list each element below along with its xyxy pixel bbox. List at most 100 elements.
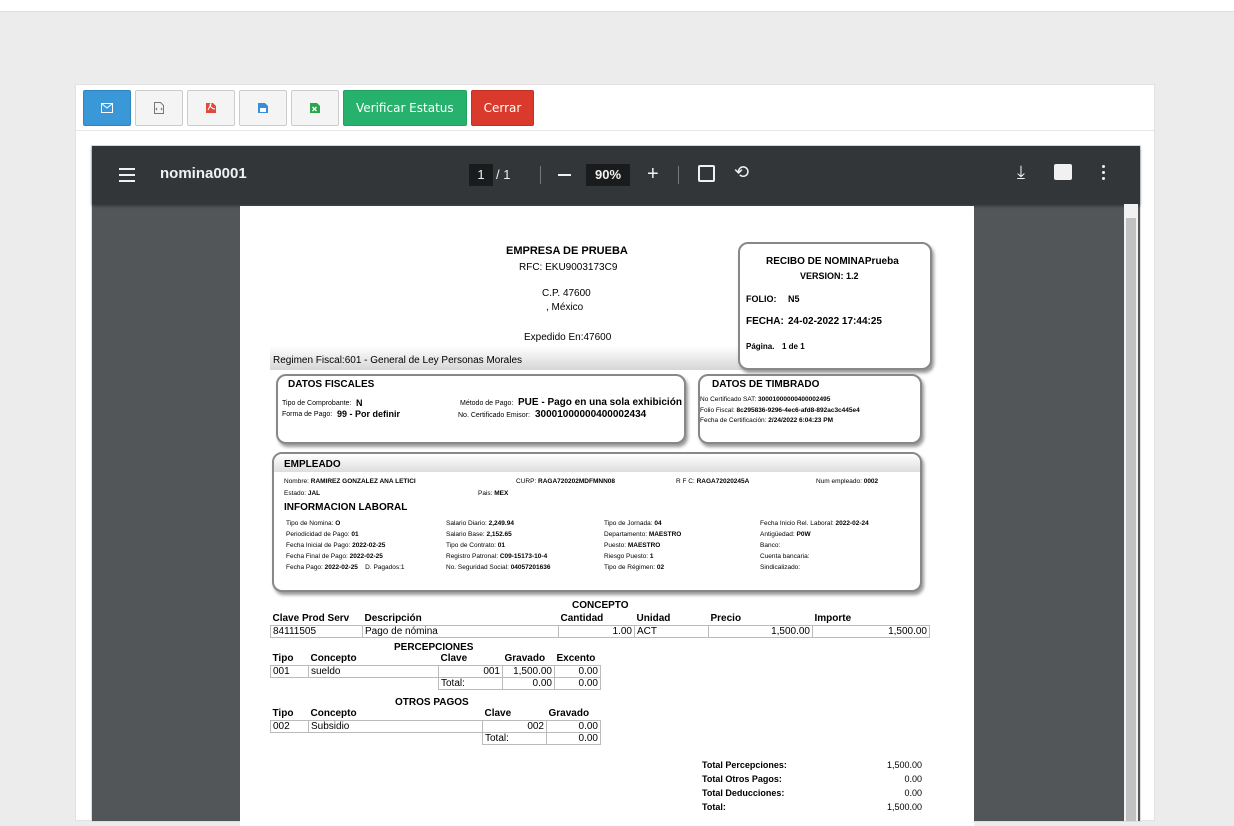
laboral-row: Registro Patronal: C09-15173-10-4 — [446, 551, 550, 562]
field-value: 2,152.65 — [486, 531, 512, 538]
estado: JAL — [307, 490, 321, 497]
total-value: 0.00 — [546, 731, 601, 745]
laboral-row: Riesgo Puesto: 1 — [604, 551, 681, 562]
field-label: Fecha Pago: — [286, 564, 323, 571]
dias-pagados: D. Pagados:1 — [365, 564, 405, 571]
field-label: No. Seguridad Social: — [446, 564, 509, 571]
pdf-page: EMPRESA DE PRUEBA RFC: EKU9003173C9 C.P.… — [240, 206, 974, 826]
page-number-input[interactable]: 1 — [469, 164, 493, 186]
field-label: Riesgo Puesto: — [604, 553, 649, 560]
envelope-icon — [101, 103, 113, 113]
total-line: Total Deducciones: 0.00 — [702, 786, 922, 800]
toolbar-divider — [76, 130, 1156, 131]
field-label: Puesto: — [604, 542, 627, 549]
word-button[interactable] — [239, 90, 287, 126]
email-button[interactable] — [83, 90, 131, 126]
laboral-row: Fecha Inicio Rel. Laboral: 2022-02-24 — [760, 518, 869, 529]
metodo-pago-label: Método de Pago: — [460, 400, 514, 407]
laboral-row: No. Seguridad Social: 04057201636 — [446, 562, 550, 573]
laboral-title: INFORMACION LABORAL — [284, 502, 408, 513]
table-cell: 1.00 — [558, 624, 635, 638]
nombre-label: Nombre: — [284, 478, 309, 485]
concepto-table: Clave Prod Serv Descripción Cantidad Uni… — [270, 613, 930, 638]
zoom-out-icon[interactable] — [558, 174, 571, 176]
laboral-row: Periodicidad de Pago: 01 — [286, 529, 405, 540]
laboral-row: Tipo de Contrato: 01 — [446, 540, 550, 551]
laboral-col3: Tipo de Jornada: 04 Departamento: MAESTR… — [604, 518, 681, 573]
pais-label: Pais: — [478, 490, 493, 497]
table-cell — [309, 732, 483, 744]
zoom-level-input[interactable]: 90% — [586, 164, 630, 186]
totals-block: Total Percepciones: 1,500.00 Total Otros … — [702, 758, 922, 814]
field-label: Tipo de Nomina: — [286, 520, 334, 527]
folio-fiscal: 8c295836-9296-4ec6-afd8-892ac3c445e4 — [736, 407, 860, 414]
field-value: O — [335, 520, 341, 527]
field-label: Antigüedad: — [760, 531, 795, 538]
total-value: 0.00 — [904, 788, 922, 798]
curp: RAGA720202MDFMNN08 — [538, 478, 615, 485]
menu-icon[interactable] — [119, 168, 135, 182]
scrollbar-thumb[interactable] — [1126, 218, 1136, 821]
cert-emisor-label: No. Certificado Emisor: — [458, 412, 530, 419]
laboral-row: Fecha Pago: 2022-02-25 D. Pagados:1 — [286, 562, 405, 573]
fecha-cert: 2/24/2022 6:04:23 PM — [768, 417, 833, 424]
table-row: 002 Subsidio 002 0.00 — [270, 719, 601, 733]
column-header: Clave — [438, 653, 503, 665]
pagina-value: 1 de 1 — [782, 342, 805, 351]
laboral-col1: Tipo de Nomina: O Periodicidad de Pago: … — [286, 518, 405, 573]
column-header: Tipo — [270, 653, 309, 665]
table-header-row: Clave Prod Serv Descripción Cantidad Uni… — [270, 613, 930, 625]
column-header: Gravado — [546, 708, 601, 720]
rfc-line: R F C: RAGA72020245A — [676, 478, 749, 485]
timbrado-title: DATOS DE TIMBRADO — [712, 379, 820, 390]
curp-label: CURP: — [516, 478, 537, 485]
column-header: Descripción — [362, 613, 559, 625]
table-row: 001 sueldo 001 1,500.00 0.00 — [270, 664, 601, 678]
pdf-button[interactable] — [187, 90, 235, 126]
verify-status-button[interactable]: Verificar Estatus — [343, 90, 467, 126]
table-cell: 1,500.00 — [812, 624, 930, 638]
total-line: Total Percepciones: 1,500.00 — [702, 758, 922, 772]
laboral-row: Salario Diario: 2,249.94 — [446, 518, 550, 529]
percepciones-title: PERCEPCIONES — [394, 642, 474, 653]
field-value: 01 — [497, 542, 506, 549]
more-options-icon[interactable] — [1102, 165, 1106, 183]
column-header: Importe — [812, 613, 930, 625]
excel-button[interactable] — [291, 90, 339, 126]
column-header: Clave Prod Serv — [270, 613, 363, 625]
table-header-row: Tipo Concepto Clave Gravado — [270, 708, 601, 720]
company-rfc: RFC: EKU9003173C9 — [519, 262, 618, 273]
rotate-icon[interactable]: ⟲ — [734, 162, 749, 183]
print-icon[interactable] — [1054, 164, 1072, 180]
tipo-comprobante: N — [356, 398, 363, 408]
forma-pago: 99 - Por definir — [337, 409, 401, 419]
company-name: EMPRESA DE PRUEBA — [506, 245, 628, 257]
xml-button[interactable] — [135, 90, 183, 126]
field-label: Salario Diario: — [446, 520, 487, 527]
fit-page-icon[interactable] — [698, 165, 715, 182]
laboral-row: Departamento: MAESTRO — [604, 529, 681, 540]
total-value: 0.00 — [904, 774, 922, 784]
rfc-label: R F C: — [676, 478, 695, 485]
fecha-value: 24-02-2022 17:44:25 — [788, 316, 882, 327]
action-toolbar: Verificar Estatus Cerrar — [83, 90, 535, 126]
vertical-scrollbar[interactable] — [1124, 204, 1138, 821]
field-label: Tipo de Jornada: — [604, 520, 653, 527]
close-button[interactable]: Cerrar — [470, 90, 535, 126]
field-value: MAESTRO — [627, 542, 661, 549]
total-gravado: 0.00 — [502, 676, 555, 690]
laboral-row: Puesto: MAESTRO — [604, 540, 681, 551]
column-header: Unidad — [634, 613, 709, 625]
laboral-row: Tipo de Jornada: 04 — [604, 518, 681, 529]
word-file-icon — [258, 103, 268, 113]
zoom-in-icon[interactable]: + — [647, 163, 659, 186]
fiscales-title: DATOS FISCALES — [288, 379, 375, 390]
field-label: Tipo de Régimen: — [604, 564, 656, 571]
download-icon[interactable]: ⤓ — [1017, 162, 1025, 183]
column-header: Concepto — [308, 653, 439, 665]
field-value: 04 — [654, 520, 662, 527]
recibo-box: RECIBO DE NOMINAPrueba VERSION: 1.2 FOLI… — [738, 242, 932, 370]
estado-line: Estado: JAL — [284, 490, 320, 497]
sat-cert-line: No Certificado SAT: 30001000000400002495 — [700, 396, 830, 403]
field-label: Departamento: — [604, 531, 647, 538]
